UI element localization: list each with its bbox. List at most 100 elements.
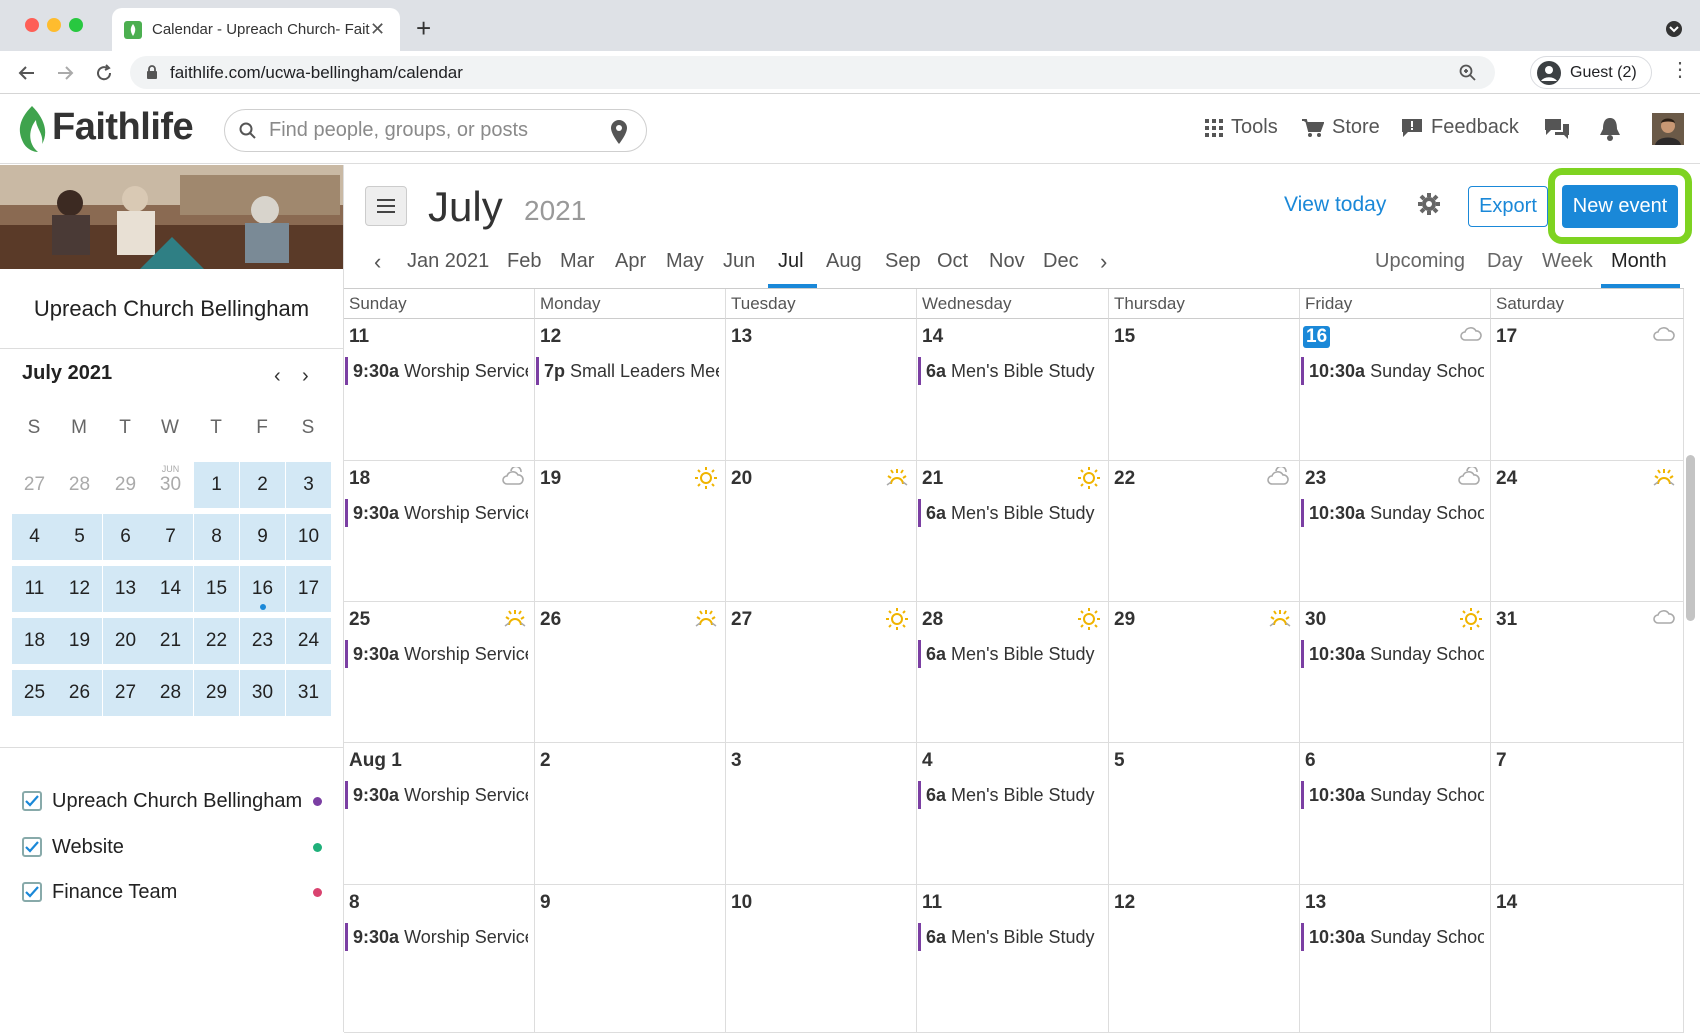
month-tab[interactable]: Mar	[560, 250, 594, 273]
scrollbar-thumb[interactable]	[1686, 455, 1695, 621]
day-cell[interactable]: 16 10:30a Sunday School	[1300, 319, 1491, 461]
calendar-event[interactable]: 9:30a Worship Service	[345, 923, 528, 951]
checkbox[interactable]	[22, 791, 42, 811]
calendar-event[interactable]: 6a Men's Bible Study	[918, 357, 1102, 385]
address-bar[interactable]: faithlife.com/ucwa-bellingham/calendar	[130, 56, 1495, 89]
day-cell[interactable]: 23 10:30a Sunday School	[1300, 461, 1491, 602]
day-cell[interactable]: 20	[726, 461, 917, 602]
mini-next-month-button[interactable]: ›	[302, 365, 309, 388]
day-cell[interactable]: 31	[1491, 602, 1684, 743]
day-cell[interactable]: 29	[1109, 602, 1300, 743]
mini-calendar-day[interactable]: 15	[194, 566, 239, 612]
mini-prev-month-button[interactable]: ‹	[274, 365, 281, 388]
mini-calendar-day[interactable]: 31	[286, 670, 331, 716]
view-tab-upcoming[interactable]: Upcoming	[1375, 250, 1465, 273]
close-tab-icon[interactable]: ✕	[370, 19, 385, 40]
mini-calendar-day[interactable]: 18	[12, 618, 57, 664]
faithlife-logo-icon[interactable]	[14, 104, 48, 154]
calendar-event[interactable]: 9:30a Worship Service	[345, 781, 528, 809]
mini-calendar-day[interactable]: 30 JUN	[148, 462, 193, 508]
forward-arrow-icon[interactable]	[55, 63, 75, 83]
calendar-event[interactable]: 6a Men's Bible Study	[918, 640, 1102, 668]
faithlife-logo[interactable]: Faithlife	[52, 106, 194, 149]
day-cell[interactable]: 18 9:30a Worship Service	[344, 461, 535, 602]
mini-calendar-day[interactable]: 20	[103, 618, 148, 664]
month-tab[interactable]: Oct	[937, 250, 968, 273]
mini-calendar-day[interactable]: 28	[148, 670, 193, 716]
mini-calendar-day[interactable]: 8	[194, 514, 239, 560]
settings-gear-icon[interactable]	[1418, 193, 1440, 215]
mini-calendar-day[interactable]: 29	[103, 462, 148, 508]
zoom-window-button[interactable]	[69, 18, 83, 32]
day-cell[interactable]: 27	[726, 602, 917, 743]
day-cell[interactable]: 24	[1491, 461, 1684, 602]
calendar-event[interactable]: 9:30a Worship Service	[345, 357, 528, 385]
day-cell[interactable]: 26	[535, 602, 726, 743]
mini-calendar-day[interactable]: 29	[194, 670, 239, 716]
month-tab[interactable]: Sep	[885, 250, 921, 273]
mini-calendar-day[interactable]: 11	[12, 566, 57, 612]
mini-calendar-day[interactable]: 10	[286, 514, 331, 560]
mini-calendar-day[interactable]: 30	[240, 670, 285, 716]
menu-toggle-button[interactable]	[365, 186, 407, 226]
mini-calendar-day[interactable]: 4	[12, 514, 57, 560]
notifications-bell-icon[interactable]	[1599, 116, 1621, 142]
day-cell[interactable]: 9	[535, 885, 726, 1033]
month-tab[interactable]: Apr	[615, 250, 646, 273]
calendar-filter-item[interactable]: Finance Team	[22, 877, 322, 907]
day-cell[interactable]: 21 6a Men's Bible Study	[917, 461, 1109, 602]
checkbox[interactable]	[22, 837, 42, 857]
day-cell[interactable]: 6 10:30a Sunday School	[1300, 743, 1491, 885]
day-cell[interactable]: 13	[726, 319, 917, 461]
month-tab[interactable]: May	[666, 250, 704, 273]
mini-calendar-day[interactable]: 1	[194, 462, 239, 508]
mini-calendar-day[interactable]: 17	[286, 566, 331, 612]
mini-calendar-day[interactable]: 5	[57, 514, 102, 560]
day-cell[interactable]: 30 10:30a Sunday School	[1300, 602, 1491, 743]
location-pin-icon[interactable]	[610, 119, 628, 145]
checkbox[interactable]	[22, 882, 42, 902]
view-tab-week[interactable]: Week	[1542, 250, 1593, 273]
mini-calendar-day[interactable]: 23	[240, 618, 285, 664]
day-cell[interactable]: 17	[1491, 319, 1684, 461]
day-cell[interactable]: 22	[1109, 461, 1300, 602]
calendar-event[interactable]: 10:30a Sunday School	[1301, 781, 1484, 809]
calendar-event[interactable]: 10:30a Sunday School	[1301, 923, 1484, 951]
mini-calendar-day[interactable]: 2	[240, 462, 285, 508]
mini-calendar-day[interactable]: 28	[57, 462, 102, 508]
mini-calendar-day[interactable]: 27	[12, 462, 57, 508]
store-link[interactable]: Store	[1302, 116, 1380, 139]
mini-calendar-day[interactable]: 14	[148, 566, 193, 612]
day-cell[interactable]: 11 6a Men's Bible Study	[917, 885, 1109, 1033]
church-name[interactable]: Upreach Church Bellingham	[0, 269, 343, 349]
calendar-event[interactable]: 6a Men's Bible Study	[918, 923, 1102, 951]
month-tab[interactable]: Aug	[826, 250, 862, 273]
day-cell[interactable]: 25 9:30a Worship Service	[344, 602, 535, 743]
month-tab[interactable]: Jul	[778, 250, 804, 273]
prev-year-arrow[interactable]: ‹	[374, 249, 381, 275]
day-cell[interactable]: 7	[1491, 743, 1684, 885]
calendar-event[interactable]: 9:30a Worship Service	[345, 640, 528, 668]
mini-calendar-day[interactable]: 25	[12, 670, 57, 716]
calendar-filter-item[interactable]: Upreach Church Bellingham	[22, 786, 322, 816]
day-cell[interactable]: 14	[1491, 885, 1684, 1033]
month-tab[interactable]: Feb	[507, 250, 541, 273]
mini-calendar-day[interactable]: 26	[57, 670, 102, 716]
more-menu-icon[interactable]: ⋮	[1670, 60, 1690, 80]
view-tab-day[interactable]: Day	[1487, 250, 1523, 273]
mini-calendar-day[interactable]: 19	[57, 618, 102, 664]
view-today-link[interactable]: View today	[1284, 193, 1386, 217]
browser-tab[interactable]: Calendar - Upreach Church- Faithlife ✕	[112, 8, 400, 51]
calendar-event[interactable]: 6a Men's Bible Study	[918, 781, 1102, 809]
mini-calendar-day[interactable]: 24	[286, 618, 331, 664]
close-window-button[interactable]	[25, 18, 39, 32]
month-tab[interactable]: Jun	[723, 250, 755, 273]
next-year-arrow[interactable]: ›	[1100, 249, 1107, 275]
day-cell[interactable]: 12	[1109, 885, 1300, 1033]
day-cell[interactable]: 4 6a Men's Bible Study	[917, 743, 1109, 885]
day-cell[interactable]: 19	[535, 461, 726, 602]
feedback-link[interactable]: Feedback	[1401, 116, 1519, 139]
month-tab[interactable]: Jan 2021	[407, 250, 489, 273]
month-tab[interactable]: Nov	[989, 250, 1025, 273]
view-tab-month[interactable]: Month	[1611, 250, 1667, 273]
